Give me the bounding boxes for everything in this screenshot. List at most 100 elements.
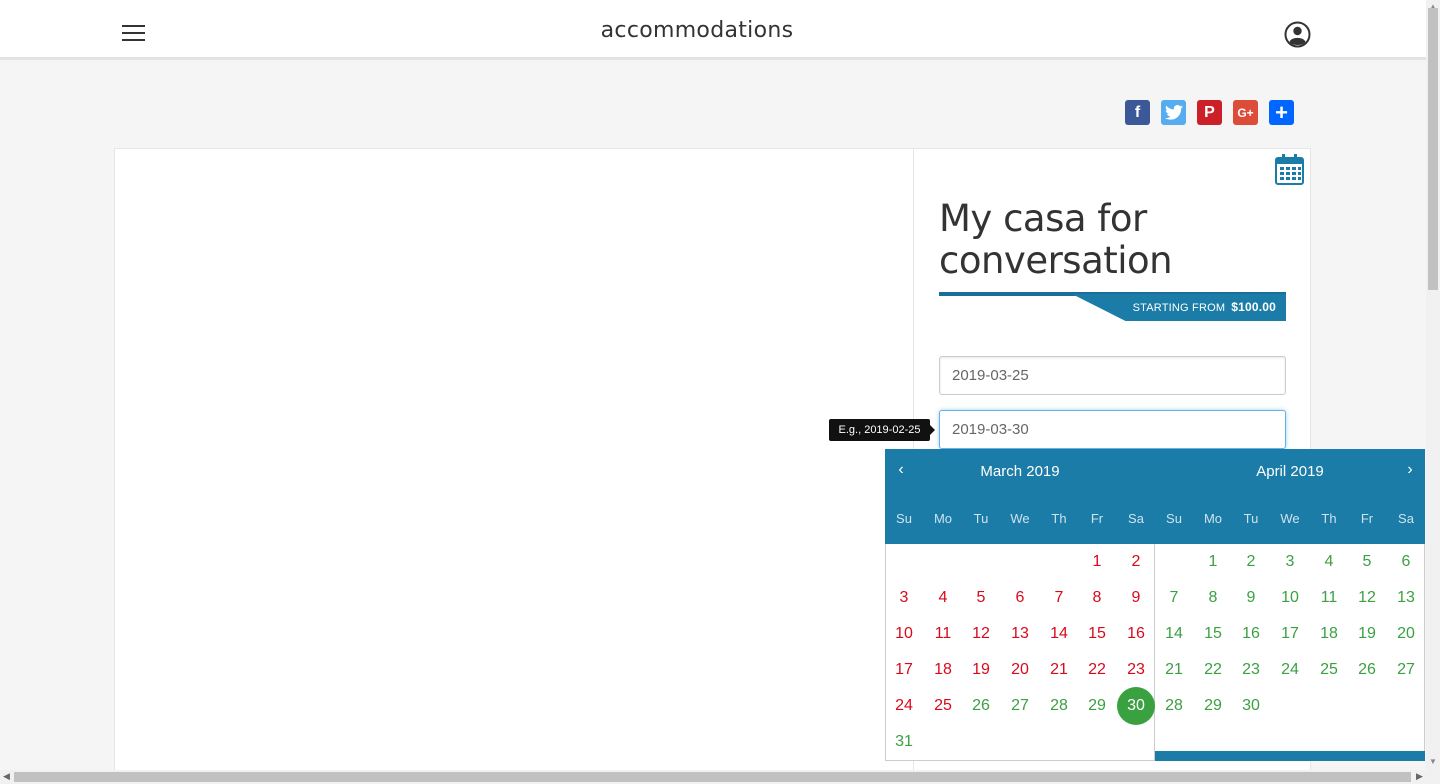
calendar-day[interactable]: 27: [1001, 688, 1039, 724]
calendar-day[interactable]: 4: [924, 580, 962, 616]
calendar-day[interactable]: 16: [1117, 616, 1155, 652]
calendar-day[interactable]: 8: [1194, 580, 1232, 616]
calendar-day[interactable]: 19: [1348, 616, 1386, 652]
calendar-day[interactable]: 29: [1078, 688, 1116, 724]
weekday-label: Su: [1166, 511, 1182, 526]
calendar-day[interactable]: 26: [962, 688, 1000, 724]
calendar-day[interactable]: 21: [1040, 652, 1078, 688]
weekday-label: Mo: [1203, 511, 1223, 526]
calendar-day[interactable]: 3: [885, 580, 923, 616]
calendar-day[interactable]: 15: [1078, 616, 1116, 652]
calendar-day[interactable]: 1: [1194, 544, 1232, 580]
calendar-day[interactable]: 13: [1001, 616, 1039, 652]
calendar-day[interactable]: 21: [1155, 652, 1193, 688]
calendar-day[interactable]: 23: [1117, 652, 1155, 688]
calendar-day[interactable]: 28: [1040, 688, 1078, 724]
calendar-day[interactable]: 16: [1232, 616, 1270, 652]
weekday-label: We: [1280, 511, 1300, 526]
calendar-day[interactable]: 5: [1348, 544, 1386, 580]
vertical-scrollbar[interactable]: ▲ ▼: [1426, 0, 1440, 770]
weekday-label: Th: [1051, 511, 1067, 526]
calendar-day[interactable]: 2: [1117, 544, 1155, 580]
weekday-label: Mo: [933, 511, 953, 526]
selected-day[interactable]: 30: [1117, 687, 1155, 725]
calendar-day[interactable]: 23: [1232, 652, 1270, 688]
calendar-day[interactable]: 29: [1194, 688, 1232, 724]
calendar-day[interactable]: 5: [962, 580, 1000, 616]
twitter-icon[interactable]: [1161, 100, 1186, 125]
calendar-icon[interactable]: [1275, 154, 1304, 185]
calendar-day[interactable]: 4: [1310, 544, 1348, 580]
weekday-label: Fr: [1090, 511, 1104, 526]
calendar-day[interactable]: 3: [1271, 544, 1309, 580]
site-title[interactable]: accommodations: [0, 18, 1394, 43]
date-format-tooltip: E.g., 2019-02-25: [829, 419, 935, 441]
calendar-day[interactable]: 9: [1117, 580, 1155, 616]
calendar-day[interactable]: 2: [1232, 544, 1270, 580]
addthis-icon[interactable]: +: [1269, 100, 1294, 125]
weekday-label: Fr: [1360, 511, 1374, 526]
facebook-icon[interactable]: f: [1125, 100, 1150, 125]
calendar-day[interactable]: 8: [1078, 580, 1116, 616]
calendar-day[interactable]: 11: [1310, 580, 1348, 616]
scroll-right-arrow[interactable]: ▶: [1416, 771, 1423, 782]
calendar-day[interactable]: 20: [1387, 616, 1425, 652]
google-plus-icon[interactable]: G+: [1233, 100, 1258, 125]
calendar-day[interactable]: 26: [1348, 652, 1386, 688]
calendar-day[interactable]: 27: [1387, 652, 1425, 688]
listing-title: My casa for conversation: [939, 197, 1173, 282]
calendar-day[interactable]: 6: [1001, 580, 1039, 616]
weekday-label: Tu: [1243, 511, 1259, 526]
weekday-label: Sa: [1128, 511, 1144, 526]
calendar-day[interactable]: 14: [1155, 616, 1193, 652]
scroll-down-arrow[interactable]: ▼: [1429, 757, 1437, 766]
weekday-label: Tu: [973, 511, 989, 526]
calendar-day[interactable]: 9: [1232, 580, 1270, 616]
weekday-label: Sa: [1398, 511, 1414, 526]
calendar-day[interactable]: 24: [1271, 652, 1309, 688]
calendar-day[interactable]: 30: [1232, 688, 1270, 724]
calendar-day[interactable]: 11: [924, 616, 962, 652]
calendar-day[interactable]: 1: [1078, 544, 1116, 580]
calendar-day[interactable]: 24: [885, 688, 923, 724]
datepicker: ‹ › March 2019 Su Mo Tu We Th Fr Sa 1 2 3 4 5 6 7 8 9 10 1…: [885, 449, 1425, 761]
price-value: $100.00: [1231, 300, 1276, 314]
checkout-input[interactable]: [939, 410, 1286, 449]
calendar-day[interactable]: 6: [1387, 544, 1425, 580]
user-account-icon[interactable]: [1284, 21, 1311, 48]
calendar-day[interactable]: 22: [1194, 652, 1232, 688]
calendar-day[interactable]: 13: [1387, 580, 1425, 616]
top-bar: accommodations: [0, 0, 1426, 60]
calendar-day[interactable]: 12: [1348, 580, 1386, 616]
calendar-day[interactable]: 31: [885, 724, 923, 760]
datepicker-footer: [1155, 751, 1425, 761]
price-label: STARTING FROM: [1132, 302, 1226, 314]
calendar-day[interactable]: 20: [1001, 652, 1039, 688]
price-text: STARTING FROM $100.00: [1072, 300, 1276, 314]
horizontal-scrollbar[interactable]: ◀ ▶: [0, 770, 1440, 784]
calendar-day[interactable]: 14: [1040, 616, 1078, 652]
calendar-day[interactable]: 25: [1310, 652, 1348, 688]
calendar-day[interactable]: 7: [1040, 580, 1078, 616]
calendar-day[interactable]: 17: [885, 652, 923, 688]
calendar-day[interactable]: 18: [1310, 616, 1348, 652]
calendar-day[interactable]: 28: [1155, 688, 1193, 724]
calendar-day[interactable]: 17: [1271, 616, 1309, 652]
checkin-input[interactable]: [939, 356, 1286, 395]
weekday-label: We: [1010, 511, 1030, 526]
month-title: March 2019: [980, 463, 1060, 480]
calendar-day[interactable]: 10: [1271, 580, 1309, 616]
calendar-day[interactable]: 19: [962, 652, 1000, 688]
calendar-day[interactable]: 25: [924, 688, 962, 724]
calendar-day[interactable]: 15: [1194, 616, 1232, 652]
calendar-day[interactable]: 7: [1155, 580, 1193, 616]
calendar-day[interactable]: 22: [1078, 652, 1116, 688]
calendar-day[interactable]: 10: [885, 616, 923, 652]
scroll-left-arrow[interactable]: ◀: [3, 771, 10, 782]
horizontal-scroll-thumb[interactable]: [14, 772, 1411, 782]
weekday-label: Su: [896, 511, 912, 526]
vertical-scroll-thumb[interactable]: [1428, 8, 1438, 290]
calendar-day[interactable]: 12: [962, 616, 1000, 652]
pinterest-icon[interactable]: P: [1197, 100, 1222, 125]
calendar-day[interactable]: 18: [924, 652, 962, 688]
